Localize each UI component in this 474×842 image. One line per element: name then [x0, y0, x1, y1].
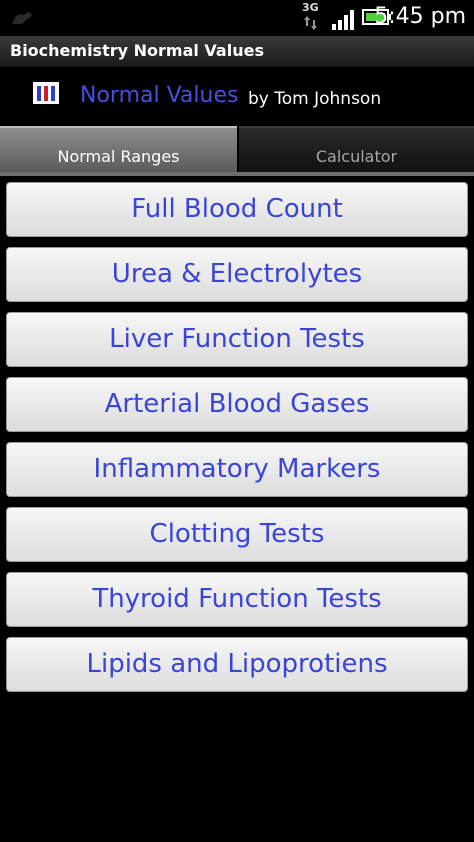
network-type: 3G	[302, 1, 319, 14]
thyroid-function-tests-button[interactable]: Thyroid Function Tests	[6, 572, 468, 627]
tab-bar: Normal Ranges Calculator	[0, 126, 474, 172]
button-label: Inflammatory Markers	[93, 454, 381, 484]
tab-normal-ranges[interactable]: Normal Ranges	[0, 126, 237, 172]
data-arrows-icon	[304, 16, 317, 30]
tab-label: Normal Ranges	[57, 147, 180, 166]
android-icon	[12, 12, 32, 24]
button-label: Thyroid Function Tests	[92, 584, 382, 614]
button-label: Liver Function Tests	[109, 324, 365, 354]
arterial-blood-gases-button[interactable]: Arterial Blood Gases	[6, 377, 468, 432]
menu-list: Full Blood Count Urea & Electrolytes Liv…	[0, 176, 474, 700]
button-label: Urea & Electrolytes	[111, 259, 363, 289]
header-title: Normal Values	[80, 83, 239, 108]
status-bar: 3G 5:45 pm	[0, 0, 474, 36]
lipids-lipoproteins-button[interactable]: Lipids and Lipoprotiens	[6, 637, 468, 692]
urea-electrolytes-button[interactable]: Urea & Electrolytes	[6, 247, 468, 302]
tab-calculator[interactable]: Calculator	[239, 126, 474, 172]
clotting-tests-button[interactable]: Clotting Tests	[6, 507, 468, 562]
button-label: Lipids and Lipoprotiens	[86, 649, 388, 679]
inflammatory-markers-button[interactable]: Inflammatory Markers	[6, 442, 468, 497]
button-label: Full Blood Count	[131, 194, 343, 224]
empty-area	[0, 700, 474, 842]
liver-function-tests-button[interactable]: Liver Function Tests	[6, 312, 468, 367]
button-label: Clotting Tests	[149, 519, 325, 549]
header-author: by Tom Johnson	[248, 89, 382, 109]
app-title: Biochemistry Normal Values	[10, 41, 264, 60]
header: Normal Values by Tom Johnson	[0, 67, 474, 125]
button-label: Arterial Blood Gases	[104, 389, 370, 419]
bar-logo-icon	[33, 82, 59, 104]
title-bar: Biochemistry Normal Values	[0, 36, 474, 67]
full-blood-count-button[interactable]: Full Blood Count	[6, 182, 468, 237]
status-time: 5:45 pm	[374, 4, 466, 29]
tab-label: Calculator	[315, 147, 398, 166]
signal-icon	[332, 10, 354, 30]
